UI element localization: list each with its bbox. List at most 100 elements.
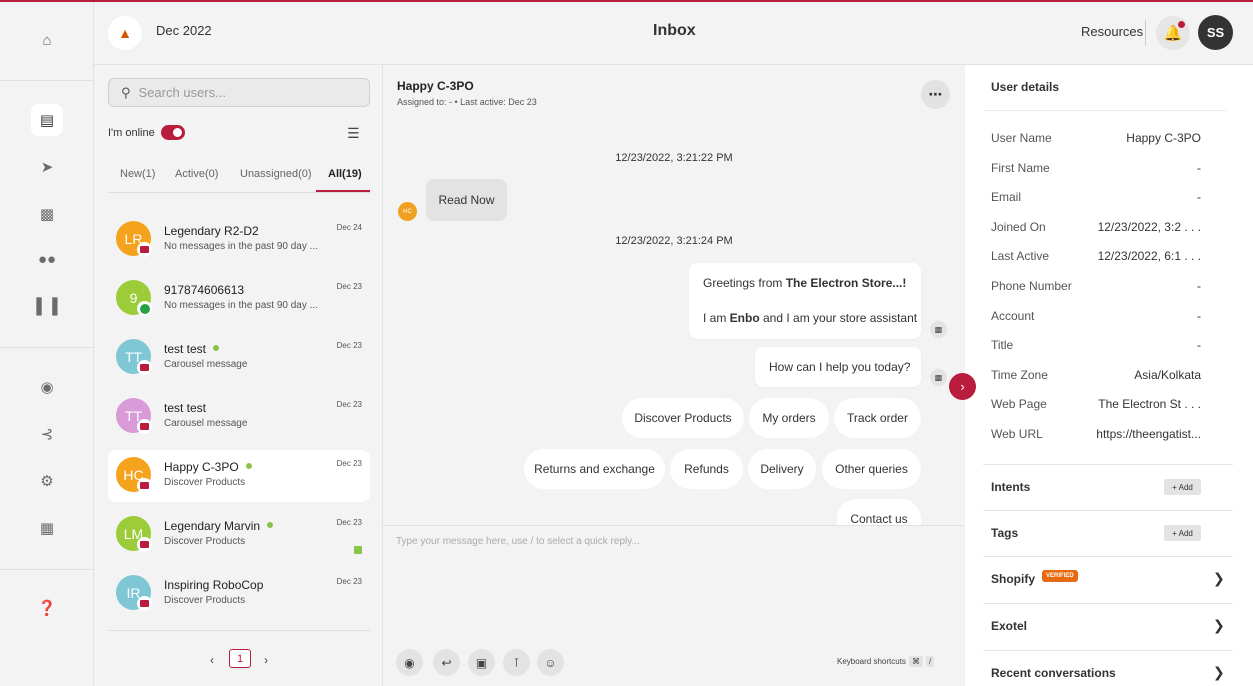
conversation-date: Dec 24 [336, 223, 362, 232]
message-composer: ◉ ↩ ▣ ⊺ ☺ Keyboard shortcuts⌘/ [383, 525, 965, 686]
chat-panel: Happy C-3PO Assigned to: - • Last active… [383, 65, 976, 686]
help-icon[interactable]: ❓ [31, 592, 63, 624]
channel-icon [137, 360, 152, 375]
chevron-right-icon: ❯ [1213, 570, 1225, 586]
quick-reply-other-queries[interactable]: Other queries [822, 449, 921, 489]
users-icon[interactable]: ●● [31, 243, 63, 275]
quick-reply-discover-products[interactable]: Discover Products [622, 398, 744, 438]
lightbulb-icon[interactable]: ◉ [396, 649, 423, 676]
detail-label: Web Page [991, 397, 1047, 412]
user-message: Read Now [426, 179, 507, 221]
detail-value: - [1197, 338, 1201, 353]
conversation-item[interactable]: LR Legendary R2-D2 No messages in the past… [108, 214, 370, 266]
recent-conversations-section[interactable]: Recent conversations ❯ [983, 650, 1233, 686]
channel-icon [137, 478, 152, 493]
conversation-tabs: New(1) Active(0) Unassigned(0) All(19) [108, 163, 370, 193]
quick-reply-returns[interactable]: Returns and exchange [524, 449, 665, 489]
conversation-item[interactable]: 9 917874606613 No messages in the past 90 … [108, 273, 370, 325]
pagination: ‹ 1 › [108, 630, 370, 686]
detail-value: 12/23/2022, 6:1 . . . [1097, 249, 1201, 264]
quick-reply-track-order[interactable]: Track order [834, 398, 921, 438]
quick-reply-contact-us[interactable]: Contact us [837, 499, 921, 526]
integrations-icon[interactable]: ⊰ [31, 418, 63, 450]
user-details-panel: User details User Name Happy C-3PO First N… [965, 65, 1253, 686]
channel-icon [137, 596, 152, 611]
exotel-label: Exotel [991, 619, 1028, 633]
conversation-item[interactable]: TT test test Carousel message Dec 23 [108, 391, 370, 443]
contact-name: Legendary R2-D2 [164, 224, 259, 238]
top-header: ▲ Dec 2022 Inbox Resources 🔔 SS [94, 2, 1253, 65]
next-page-icon[interactable]: › [264, 653, 268, 667]
tab-active[interactable]: Active(0) [175, 168, 218, 180]
quick-reply-delivery[interactable]: Delivery [748, 449, 816, 489]
unread-indicator [354, 546, 362, 554]
bar-chart-icon[interactable]: ▌▐ [31, 290, 63, 322]
apps-icon[interactable]: ▦ [31, 512, 63, 544]
rail-divider [0, 80, 94, 81]
message-preview: Carousel message [164, 359, 248, 370]
online-dot [213, 345, 220, 351]
megaphone-icon[interactable]: ➤ [31, 151, 63, 183]
search-input[interactable] [138, 85, 339, 100]
online-toggle[interactable] [161, 125, 185, 140]
conversation-item[interactable]: LM Legendary Marvin Discover Products Dec 2… [108, 509, 370, 561]
attachment-icon[interactable]: ⊺ [503, 649, 530, 676]
quick-reply-refunds[interactable]: Refunds [670, 449, 743, 489]
contact-name: Happy C-3PO [164, 460, 252, 474]
lightbulb-icon[interactable]: ◉ [31, 371, 63, 403]
conversation-item[interactable]: HC Happy C-3PO Discover Products Dec 23 [108, 450, 370, 502]
conversation-date: Dec 23 [336, 518, 362, 527]
detail-value: - [1197, 160, 1201, 175]
left-nav-rail: ⌂ ▤ ➤ ▩ ●● ▌▐ ◉ ⊰ ⚙ ▦ ❓ [0, 2, 94, 686]
add-tag-button[interactable]: + Add [1164, 525, 1201, 541]
conversation-date: Dec 23 [336, 459, 362, 468]
chat-icon[interactable]: ▤ [31, 104, 63, 136]
filter-icon[interactable]: ☰ [347, 125, 360, 142]
contact-name: Legendary Marvin [164, 519, 274, 533]
recent-conversations-label: Recent conversations [991, 666, 1116, 680]
shopify-section[interactable]: Shopify VERIFIED ❯ [983, 556, 1233, 603]
search-box: ⚲ [108, 78, 370, 107]
current-page[interactable]: 1 [229, 649, 251, 668]
message-preview: Discover Products [164, 536, 246, 547]
conversation-item[interactable]: TT test test Carousel message Dec 23 [108, 332, 370, 384]
add-intent-button[interactable]: + Add [1164, 479, 1201, 495]
tab-unassigned[interactable]: Unassigned(0) [240, 168, 312, 180]
tags-label: Tags [991, 526, 1019, 540]
detail-label: Web URL [991, 427, 1043, 441]
detail-label: Phone Number [991, 279, 1072, 293]
rail-divider [0, 569, 94, 570]
notifications-button[interactable]: 🔔 [1156, 16, 1190, 50]
channel-icon [137, 242, 152, 257]
header-date: Dec 2022 [156, 23, 212, 38]
detail-label: Account [991, 308, 1035, 323]
settings-icon[interactable]: ⚙ [31, 465, 63, 497]
tab-new[interactable]: New(1) [120, 168, 155, 180]
message-input[interactable] [396, 536, 946, 576]
message-timestamp: 12/23/2022, 3:21:24 PM [615, 235, 733, 247]
prev-page-icon[interactable]: ‹ [210, 653, 214, 667]
keyboard-shortcuts[interactable]: Keyboard shortcuts ⌘ / [837, 656, 935, 667]
expand-details-button[interactable]: › [949, 373, 976, 400]
resources-link[interactable]: Resources [1081, 24, 1143, 39]
brand-logo: ▲ [108, 16, 142, 50]
exotel-section[interactable]: Exotel ❯ [983, 603, 1233, 650]
chat-contact-subtitle: Assigned to: - • Last active: Dec 23 [397, 97, 537, 107]
image-icon[interactable]: ▣ [468, 649, 495, 676]
reply-icon[interactable]: ↩ [433, 649, 460, 676]
tags-section: Tags + Add [983, 510, 1233, 556]
more-options-button[interactable]: ⋯ [921, 80, 950, 109]
page-title: Inbox [653, 22, 696, 39]
emoji-icon[interactable]: ☺ [537, 649, 564, 676]
detail-value: Asia/Kolkata [1134, 367, 1201, 382]
bot-icon[interactable]: ▩ [31, 198, 63, 230]
tab-all[interactable]: All(19) [328, 168, 362, 180]
message-preview: No messages in the past 90 day ... [164, 300, 318, 311]
conversation-item[interactable]: IR Inspiring RoboCop Discover Products Dec … [108, 568, 370, 620]
chevron-right-icon: ❯ [1213, 664, 1225, 680]
user-avatar[interactable]: SS [1198, 15, 1233, 50]
bot-icon: ▩ [930, 369, 947, 386]
home-icon[interactable]: ⌂ [31, 24, 63, 56]
quick-reply-my-orders[interactable]: My orders [749, 398, 829, 438]
message-preview: Discover Products [164, 595, 246, 606]
